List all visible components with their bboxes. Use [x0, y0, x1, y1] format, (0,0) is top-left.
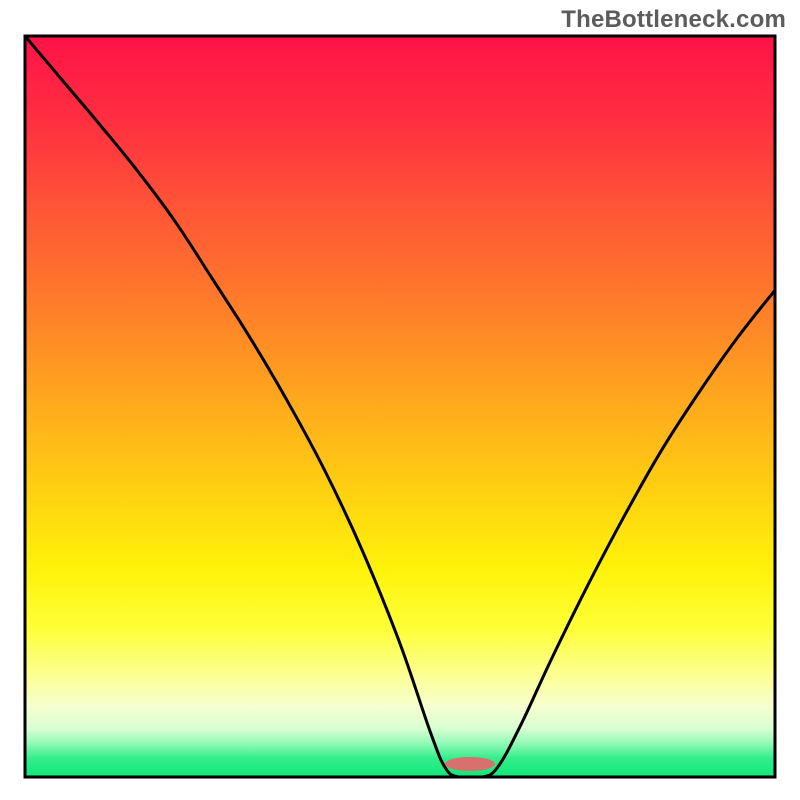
bottleneck-chart [0, 0, 800, 800]
gradient-background [25, 36, 775, 777]
optimal-marker [445, 757, 495, 771]
